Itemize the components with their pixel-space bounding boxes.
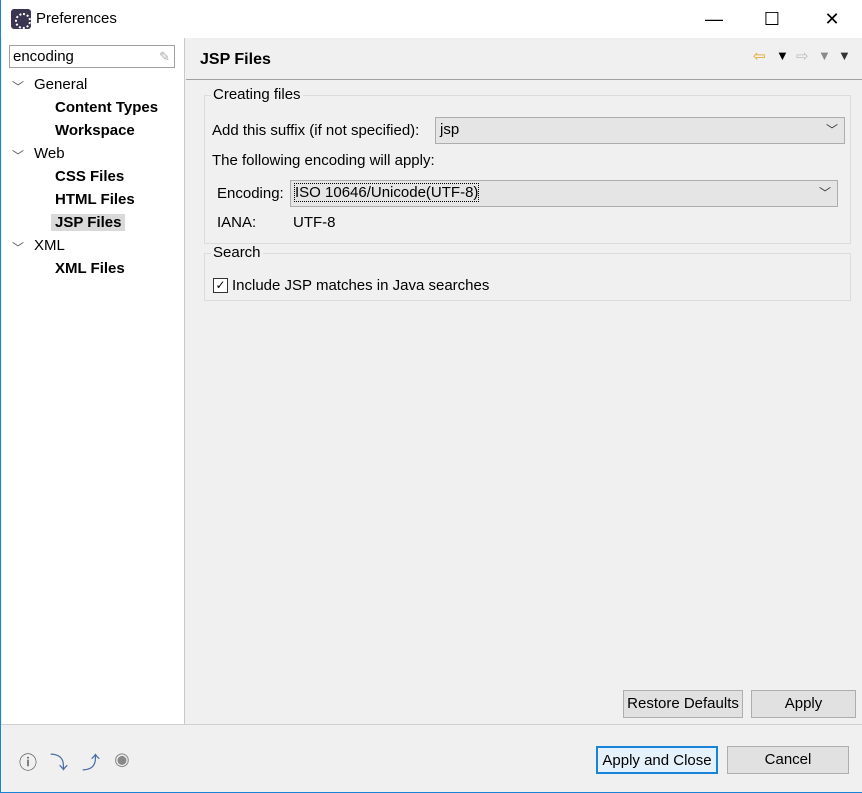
apply-button[interactable]: Apply [751, 690, 856, 718]
search-group-label: Search [211, 244, 263, 261]
back-arrow-icon[interactable]: ⇦ [753, 47, 766, 65]
tree-item[interactable]: General [34, 76, 87, 93]
preferences-window: Preferences — ☐ ✕ encoding ✎ ﹀ General Cont… [0, 0, 862, 793]
minimize-button[interactable]: — [691, 4, 737, 34]
chevron-down-icon[interactable]: ﹀ [12, 78, 24, 95]
page-area: JSP Files ⇦ ▼ ⇨ ▼ ▼ Creating files Add t… [186, 38, 862, 724]
iana-value: UTF-8 [293, 214, 336, 231]
tree-item-label: General [34, 76, 88, 93]
tree-item[interactable]: XML Files [51, 260, 129, 277]
close-button[interactable]: ✕ [809, 4, 855, 34]
view-menu-icon[interactable]: ▼ [838, 48, 851, 63]
tree-item-label: XML Files [55, 260, 125, 277]
include-jsp-checkbox[interactable]: ✓ [213, 278, 228, 293]
back-menu-icon[interactable]: ▼ [776, 48, 789, 63]
filter-input[interactable]: encoding ✎ [9, 45, 175, 68]
creating-files-label: Creating files [211, 86, 303, 103]
tree-item[interactable]: Content Types [51, 99, 162, 116]
export-icon[interactable]: ⤴ [80, 749, 102, 773]
window-title: Preferences [36, 10, 117, 27]
apply-and-close-button[interactable]: Apply and Close [596, 746, 718, 774]
encoding-apply-text: The following encoding will apply: [212, 152, 435, 169]
tree-item[interactable]: CSS Files [51, 168, 128, 185]
help-icon[interactable]: ⓘ [17, 749, 39, 773]
cancel-button[interactable]: Cancel [727, 746, 849, 774]
restore-defaults-button[interactable]: Restore Defaults [623, 690, 743, 718]
creating-files-group: Creating files Add this suffix (if not s… [204, 86, 851, 244]
tree-item-label: CSS Files [55, 168, 125, 185]
include-jsp-label: Include JSP matches in Java searches [232, 277, 490, 294]
forward-menu-icon[interactable]: ▼ [818, 48, 831, 63]
tree-item[interactable]: Workspace [51, 122, 139, 139]
encoding-value: ISO 10646/Unicode(UTF-8) [293, 183, 480, 202]
tree-item-label: HTML Files [55, 191, 135, 208]
maximize-button[interactable]: ☐ [749, 4, 795, 34]
search-group: Search ✓ Include JSP matches in Java sea… [204, 244, 851, 301]
page-title: JSP Files [200, 51, 271, 68]
tree-item[interactable]: JSP Files [51, 214, 126, 231]
tree-item-label: Content Types [55, 99, 159, 116]
tree-item[interactable]: Web [34, 145, 65, 162]
tree-item[interactable]: XML [34, 237, 65, 254]
encoding-label: Encoding: [217, 185, 284, 202]
tree-item-label: XML [34, 237, 65, 254]
suffix-label: Add this suffix (if not specified): [212, 122, 420, 139]
encoding-combo[interactable]: ISO 10646/Unicode(UTF-8) ﹀ [290, 180, 838, 207]
page-header: JSP Files ⇦ ▼ ⇨ ▼ ▼ [186, 38, 862, 80]
forward-arrow-icon[interactable]: ⇨ [796, 47, 809, 65]
title-bar: Preferences — ☐ ✕ [1, 0, 862, 38]
chevron-down-icon: ﹀ [825, 123, 838, 137]
preference-tree-panel: encoding ✎ ﹀ General Content Types Workspace… [2, 38, 185, 724]
chevron-down-icon[interactable]: ﹀ [12, 239, 24, 256]
suffix-value: jsp [440, 121, 460, 138]
tree-item-label: Workspace [55, 122, 135, 139]
eclipse-icon [11, 9, 31, 29]
bottom-bar: ⓘ ⤵ ⤴ ◉ Apply and Close Cancel [1, 724, 862, 792]
chevron-down-icon[interactable]: ﹀ [12, 147, 24, 164]
import-icon[interactable]: ⤵ [48, 749, 70, 773]
clear-filter-icon[interactable]: ✎ [159, 49, 170, 65]
tree-item-label: Web [34, 145, 65, 162]
suffix-combo[interactable]: jsp ﹀ [435, 117, 845, 144]
tree-item[interactable]: HTML Files [51, 191, 139, 208]
chevron-down-icon: ﹀ [818, 186, 831, 200]
tree-item-label: JSP Files [55, 214, 122, 231]
filter-value: encoding [13, 48, 74, 65]
record-icon[interactable]: ◉ [111, 749, 133, 771]
iana-label: IANA: [217, 214, 257, 231]
